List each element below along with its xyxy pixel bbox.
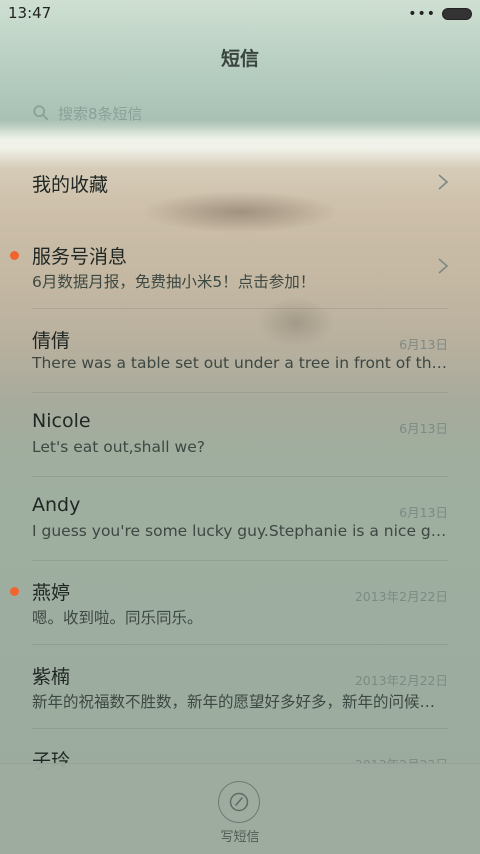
list-item-snippet: 6月数据月报，免费抽小米5！点击参加！ [32, 273, 316, 291]
list-item-service[interactable]: 服务号消息 6月数据月报，免费抽小米5！点击参加！ [0, 236, 480, 308]
row-divider [32, 728, 448, 729]
chevron-right-icon [438, 258, 449, 274]
conversation-row[interactable]: 紫楠 2013年2月22日 新年的祝福数不胜数，新年的愿望好多好多，新年的问候最… [0, 656, 480, 728]
row-divider [32, 392, 448, 393]
list-item-date: 2013年2月22日 [354, 589, 448, 604]
search-bar[interactable]: 搜索8条短信 [32, 100, 143, 126]
list-item-date: 6月13日 [399, 337, 448, 352]
chevron-right-icon [438, 174, 449, 190]
unread-dot [10, 587, 19, 596]
list-item-name: Nicole [32, 410, 91, 432]
bottom-bar: 写短信 [0, 763, 480, 854]
list-item-date: 2013年2月22日 [354, 673, 448, 688]
list-item-name: 紫楠 [32, 666, 71, 688]
conversation-row[interactable]: 燕婷 2013年2月22日 嗯。收到啦。同乐同乐。 [0, 572, 480, 644]
page-title: 短信 [220, 48, 259, 70]
battery-icon [442, 8, 472, 20]
row-divider [32, 476, 448, 477]
list-item-date: 6月13日 [399, 421, 448, 436]
status-bar: 13:47 ••• [0, 0, 480, 28]
list-item-snippet: 新年的祝福数不胜数，新年的愿望好多好多，新年的问候最是温暖 [32, 693, 448, 711]
search-placeholder: 搜索8条短信 [58, 104, 143, 123]
list-item-name: 倩倩 [32, 330, 71, 352]
compose-pen-icon [229, 792, 249, 812]
signal-dots-icon: ••• [408, 6, 436, 22]
list-item-name: 燕婷 [32, 582, 71, 604]
search-icon [33, 105, 49, 121]
row-divider [32, 644, 448, 645]
list-item-snippet: Let's eat out,shall we? [32, 438, 205, 456]
list-item-snippet: 嗯。收到啦。同乐同乐。 [32, 609, 203, 627]
list-item-name: 我的收藏 [32, 174, 109, 196]
list-item-favorites[interactable]: 我的收藏 [0, 160, 480, 224]
compose-button[interactable] [218, 781, 260, 823]
list-item-snippet: There was a table set out under a tree i… [32, 354, 448, 372]
status-time: 13:47 [8, 4, 52, 22]
list-item-name: 服务号消息 [32, 246, 128, 268]
list-item-date: 6月13日 [399, 505, 448, 520]
conversation-row[interactable]: Nicole 6月13日 Let's eat out,shall we? [0, 404, 480, 476]
list-item-name: Andy [32, 494, 81, 516]
conversation-row[interactable]: 倩倩 6月13日 There was a table set out under… [0, 320, 480, 392]
compose-label: 写短信 [220, 830, 260, 845]
list-item-snippet: I guess you're some lucky guy.Stephanie … [32, 522, 448, 540]
row-divider [32, 560, 448, 561]
unread-dot [10, 251, 19, 260]
row-divider [32, 308, 448, 309]
conversation-row[interactable]: Andy 6月13日 I guess you're some lucky guy… [0, 488, 480, 560]
